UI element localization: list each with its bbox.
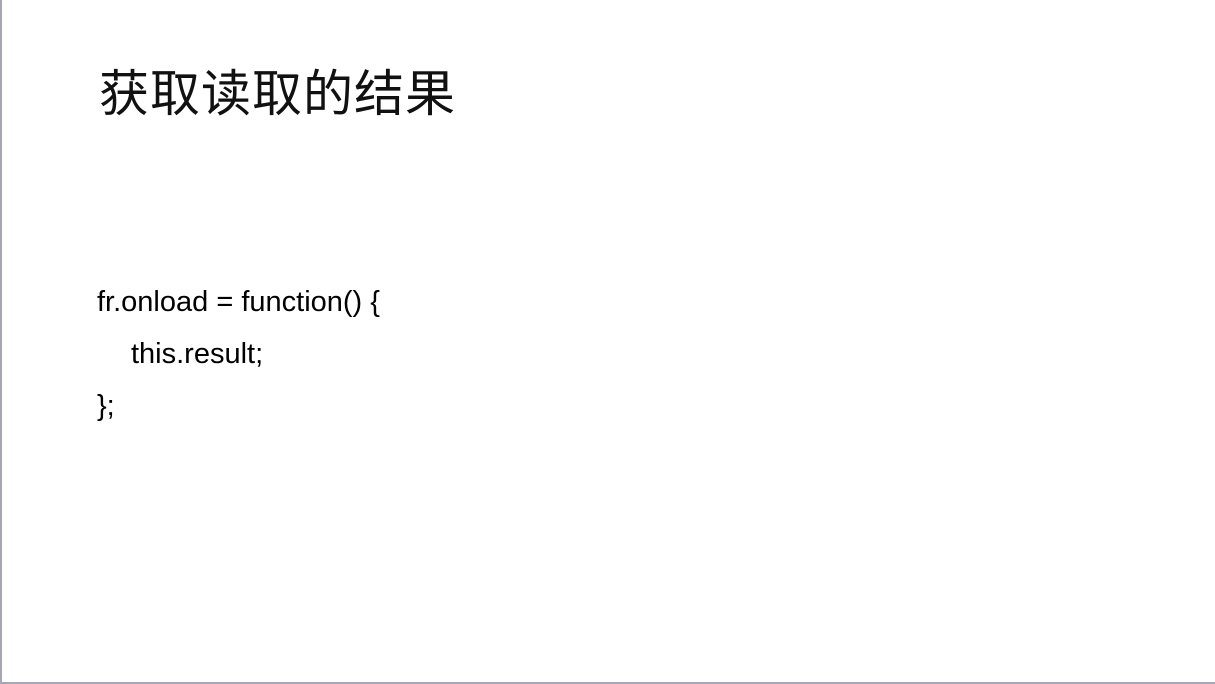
code-block: fr.onload = function() { this.result; }; <box>97 276 380 432</box>
slide-viewport: 获取读取的结果 fr.onload = function() { this.re… <box>0 0 1215 684</box>
cursor-highlight: a <box>176 286 193 318</box>
slide-title: 获取读取的结果 <box>99 65 456 123</box>
code-line-1-after: d = function() { <box>192 286 380 318</box>
code-line-2: this.result; <box>131 338 264 370</box>
code-line-3: }; <box>97 390 115 422</box>
code-line-1-before: fr.onlo <box>97 286 176 318</box>
code-line-1: fr.onload = function() { <box>97 276 380 328</box>
